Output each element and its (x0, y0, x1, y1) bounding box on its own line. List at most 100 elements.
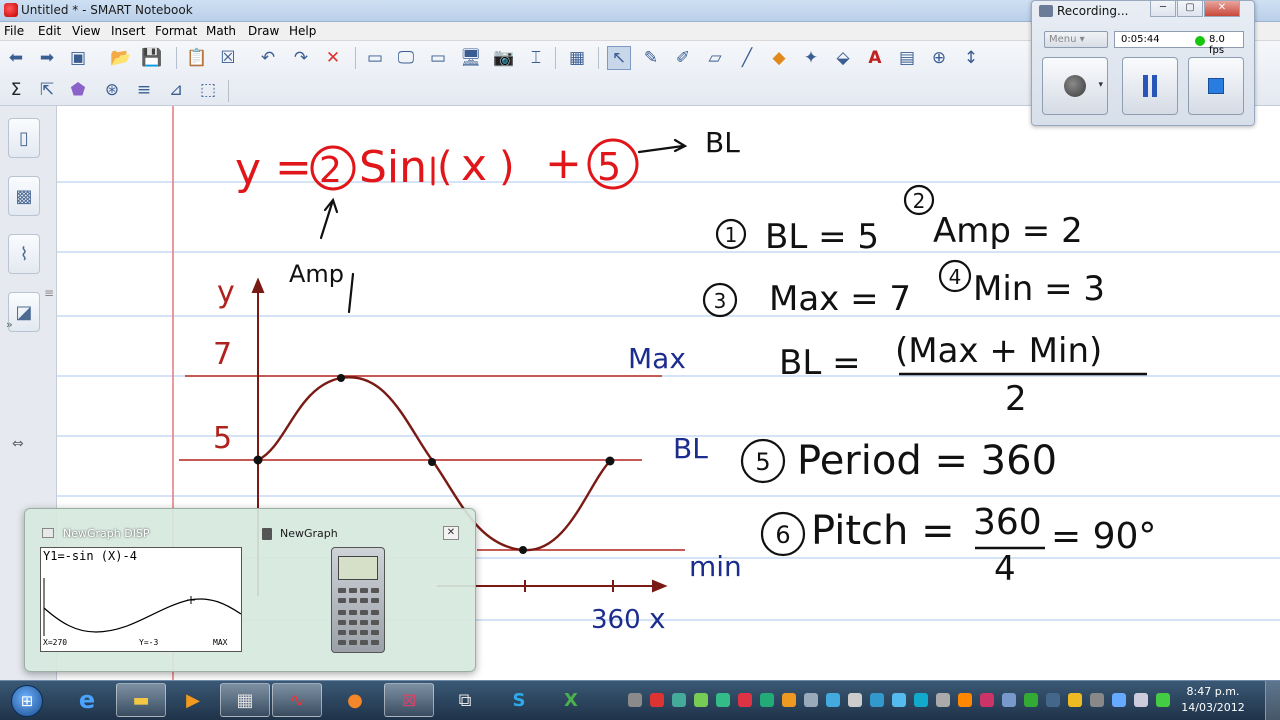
media-player-icon[interactable]: ▶ (168, 683, 218, 717)
ie-icon[interactable]: e (62, 683, 112, 717)
screen-shade-icon[interactable]: ▭ (363, 46, 387, 70)
tray-app-icon[interactable] (716, 693, 730, 707)
tray-app-icon[interactable] (914, 693, 928, 707)
menu-help[interactable]: Help (289, 24, 316, 38)
equation-icon[interactable]: ≡ (132, 78, 156, 102)
tray-app-icon[interactable] (694, 693, 708, 707)
delete-icon[interactable]: ✕ (321, 46, 345, 70)
system-clock[interactable]: 8:47 p.m. 14/03/2012 (1178, 684, 1248, 716)
tray-app-icon[interactable] (892, 693, 906, 707)
arrow-tool-icon[interactable]: ⇱ (35, 78, 59, 102)
tray-shield-icon[interactable] (1046, 693, 1060, 707)
newgraph-close-button[interactable]: ✕ (443, 526, 459, 540)
eraser-icon[interactable]: ▱ (703, 46, 727, 70)
resize-horizontal-icon[interactable]: ⇔ (12, 436, 24, 452)
tray-app-icon[interactable] (848, 693, 862, 707)
tray-app-icon[interactable] (1068, 693, 1082, 707)
explorer-icon[interactable]: ▬ (116, 683, 166, 717)
resize-handle-icon[interactable]: ≡ (44, 286, 54, 300)
calculator-device[interactable] (331, 547, 385, 653)
collapse-icon[interactable]: » (6, 318, 13, 331)
sum-icon[interactable]: Σ (4, 78, 28, 102)
recorder-icon[interactable]: ⊠ (384, 683, 434, 717)
pen-icon[interactable]: ✎ (639, 46, 663, 70)
magic-pen-icon[interactable]: ✦ (799, 46, 823, 70)
recording-menu-dropdown[interactable]: Menu ▾ (1044, 31, 1108, 48)
addon-icon[interactable]: ⬚ (196, 78, 220, 102)
tray-app-icon[interactable] (738, 693, 752, 707)
menu-insert[interactable]: Insert (111, 24, 145, 38)
undo-icon[interactable]: ↶ (256, 46, 280, 70)
close-button[interactable]: ✕ (1204, 1, 1240, 17)
maximize-button[interactable]: ▢ (1177, 1, 1203, 17)
tray-app-icon[interactable] (958, 693, 972, 707)
volume-icon[interactable] (1134, 693, 1148, 707)
save-icon[interactable]: 💾 (140, 46, 164, 70)
move-toolbar-icon[interactable]: ↕ (959, 46, 983, 70)
dual-display-icon[interactable]: ▭ (426, 46, 450, 70)
tray-arrow-icon[interactable] (628, 693, 642, 707)
back-icon[interactable]: ⬅ (4, 46, 28, 70)
page-sorter-icon[interactable]: ▯ (8, 118, 40, 158)
menu-math[interactable]: Math (206, 24, 236, 38)
stop-button[interactable] (1188, 57, 1244, 115)
tray-app-icon[interactable] (980, 693, 994, 707)
tray-alert-icon[interactable] (650, 693, 664, 707)
tray-app-icon[interactable] (804, 693, 818, 707)
tray-app-icon[interactable] (826, 693, 840, 707)
excel-icon[interactable]: X (546, 683, 596, 717)
properties-tab-icon[interactable]: ◪ (8, 292, 40, 332)
capture-icon[interactable]: 🖥 (459, 46, 483, 70)
document-camera-icon[interactable]: 📷 (492, 46, 516, 70)
delete-page-icon[interactable]: ☒ (216, 46, 240, 70)
math-tool-icon[interactable]: ⊛ (100, 78, 124, 102)
menu-edit[interactable]: Edit (38, 24, 61, 38)
firefox-icon[interactable]: ● (330, 683, 380, 717)
tray-app-icon[interactable] (672, 693, 686, 707)
flag-icon[interactable] (1090, 693, 1104, 707)
pause-button[interactable] (1122, 57, 1178, 115)
properties-icon[interactable]: ▤ (895, 46, 919, 70)
tray-app-icon[interactable] (1024, 693, 1038, 707)
calculator-icon[interactable]: ▦ (220, 683, 270, 717)
line-icon[interactable]: ╱ (735, 46, 759, 70)
gallery-tool-icon[interactable]: ⬟ (66, 78, 90, 102)
menu-format[interactable]: Format (155, 24, 197, 38)
minimize-button[interactable]: ─ (1150, 1, 1176, 17)
measurement-icon[interactable]: ⊕ (927, 46, 951, 70)
tray-app-icon[interactable] (870, 693, 884, 707)
text-icon[interactable]: A (863, 46, 887, 70)
smart-notebook-icon[interactable]: ∿ (272, 683, 322, 717)
newgraph-disp-title[interactable]: NewGraph DISP (63, 527, 150, 540)
newgraph-window[interactable]: NewGraph DISP NewGraph ✕ Y1=-sin (X)-4 X… (24, 508, 476, 672)
gallery-icon[interactable]: ▩ (8, 176, 40, 216)
show-desktop-button[interactable] (1265, 681, 1280, 720)
forward-icon[interactable]: ➡ (35, 46, 59, 70)
skype-icon[interactable]: S (494, 683, 544, 717)
tray-app-icon[interactable] (936, 693, 950, 707)
tray-app-icon[interactable] (1002, 693, 1016, 707)
menu-view[interactable]: View (72, 24, 100, 38)
network-status-icon[interactable] (1112, 693, 1126, 707)
paste-icon[interactable]: 📋 (185, 46, 209, 70)
table-icon[interactable]: ▦ (565, 46, 589, 70)
newgraph-title[interactable]: NewGraph (280, 527, 338, 540)
full-screen-icon[interactable]: 🖵 (394, 46, 418, 70)
network-icon[interactable]: ⧉ (440, 683, 490, 717)
tray-app-icon[interactable] (760, 693, 774, 707)
redo-icon[interactable]: ↷ (289, 46, 313, 70)
select-icon[interactable]: ↖ (607, 46, 631, 70)
creative-pen-icon[interactable]: ✐ (671, 46, 695, 70)
start-button[interactable]: ⊞ (2, 683, 52, 719)
projector-icon[interactable]: ⌶ (524, 46, 548, 70)
graph-icon[interactable]: ⊿ (164, 78, 188, 102)
record-button[interactable]: ▾ (1042, 57, 1108, 115)
tray-app-icon[interactable] (782, 693, 796, 707)
open-icon[interactable]: 📂 (109, 46, 133, 70)
power-icon[interactable] (1156, 693, 1170, 707)
menu-draw[interactable]: Draw (248, 24, 279, 38)
fill-icon[interactable]: ⬙ (831, 46, 855, 70)
shapes-icon[interactable]: ◆ (767, 46, 791, 70)
add-page-icon[interactable]: ▣ (66, 46, 90, 70)
attachments-icon[interactable]: ⌇ (8, 234, 40, 274)
